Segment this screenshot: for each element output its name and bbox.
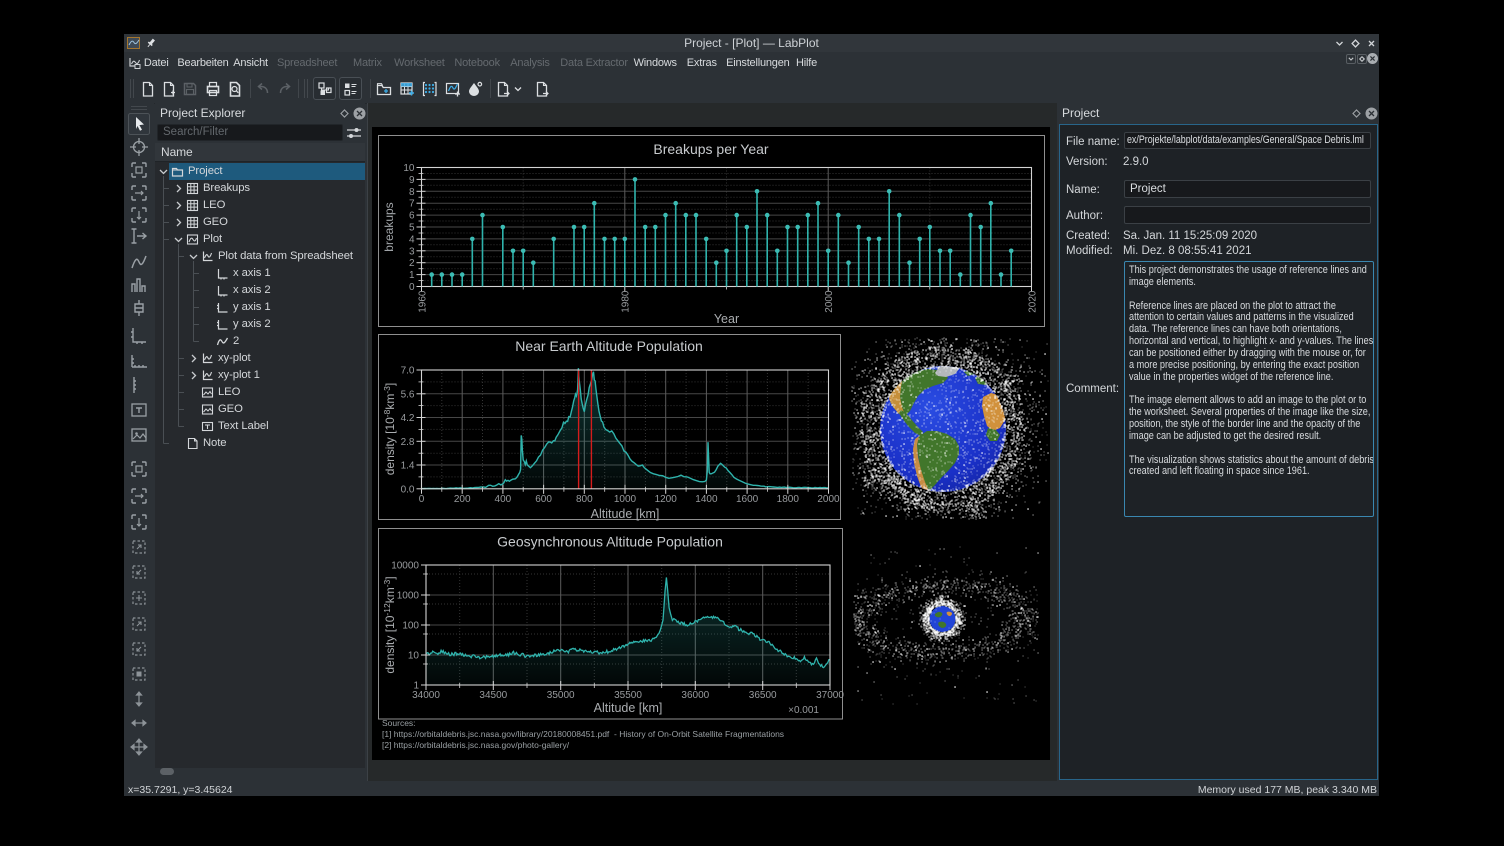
svg-text:3: 3 xyxy=(409,246,415,257)
svg-text:Breakups per Year: Breakups per Year xyxy=(653,141,769,157)
svg-text:×0.001: ×0.001 xyxy=(788,705,819,716)
svg-text:1.4: 1.4 xyxy=(401,461,415,472)
svg-text:5: 5 xyxy=(409,223,415,234)
svg-text:density [10-12km-3]: density [10-12km-3] xyxy=(382,576,397,673)
svg-text:9: 9 xyxy=(409,175,415,186)
svg-text:34000: 34000 xyxy=(412,690,440,701)
svg-text:10000: 10000 xyxy=(391,561,419,572)
svg-text:Near Earth Altitude Population: Near Earth Altitude Population xyxy=(515,338,703,354)
svg-text:35500: 35500 xyxy=(614,690,642,701)
svg-text:0: 0 xyxy=(409,282,415,293)
svg-text:2000: 2000 xyxy=(817,494,840,505)
svg-text:2020: 2020 xyxy=(1027,290,1038,313)
svg-text:density [10-8km-3]: density [10-8km-3] xyxy=(382,383,397,476)
svg-text:1200: 1200 xyxy=(655,494,678,505)
svg-text:0.0: 0.0 xyxy=(401,484,415,495)
svg-text:35000: 35000 xyxy=(547,690,575,701)
svg-text:breakups: breakups xyxy=(382,202,396,251)
svg-text:1: 1 xyxy=(409,270,415,281)
svg-text:2: 2 xyxy=(409,258,415,269)
svg-text:34500: 34500 xyxy=(479,690,507,701)
svg-text:4: 4 xyxy=(409,234,415,245)
svg-text:1960: 1960 xyxy=(417,290,428,313)
svg-text:4.2: 4.2 xyxy=(401,413,415,424)
svg-text:400: 400 xyxy=(495,494,512,505)
svg-text:10: 10 xyxy=(408,651,420,662)
svg-text:2000: 2000 xyxy=(824,290,835,313)
svg-text:7.0: 7.0 xyxy=(401,366,415,377)
svg-text:800: 800 xyxy=(576,494,593,505)
svg-text:1400: 1400 xyxy=(695,494,718,505)
svg-text:600: 600 xyxy=(535,494,552,505)
svg-text:1000: 1000 xyxy=(397,591,420,602)
svg-text:1000: 1000 xyxy=(614,494,637,505)
svg-text:100: 100 xyxy=(402,621,419,632)
svg-text:8: 8 xyxy=(409,187,415,198)
svg-text:1600: 1600 xyxy=(736,494,759,505)
svg-text:36500: 36500 xyxy=(749,690,777,701)
svg-text:0: 0 xyxy=(419,494,425,505)
svg-text:200: 200 xyxy=(454,494,471,505)
svg-text:6: 6 xyxy=(409,211,415,222)
svg-text:7: 7 xyxy=(409,199,415,210)
svg-text:[2] https://orbitaldebris.jsc.: [2] https://orbitaldebris.jsc.nasa.gov/p… xyxy=(382,740,570,750)
svg-text:5.6: 5.6 xyxy=(401,389,415,400)
svg-text:36000: 36000 xyxy=(681,690,709,701)
svg-text:Altitude [km]: Altitude [km] xyxy=(591,507,660,521)
svg-text:1800: 1800 xyxy=(777,494,800,505)
svg-text:1980: 1980 xyxy=(621,290,632,313)
svg-text:37000: 37000 xyxy=(816,690,844,701)
svg-text:2.8: 2.8 xyxy=(401,437,415,448)
svg-text:Altitude [km]: Altitude [km] xyxy=(594,701,663,715)
svg-text:10: 10 xyxy=(403,163,415,174)
svg-text:[1] https://orbitaldebris.jsc.: [1] https://orbitaldebris.jsc.nasa.gov/l… xyxy=(382,729,784,739)
svg-text:Year: Year xyxy=(714,312,739,326)
svg-text:Geosynchronous Altitude Popula: Geosynchronous Altitude Population xyxy=(497,534,723,550)
svg-text:Sources:: Sources: xyxy=(382,718,416,728)
